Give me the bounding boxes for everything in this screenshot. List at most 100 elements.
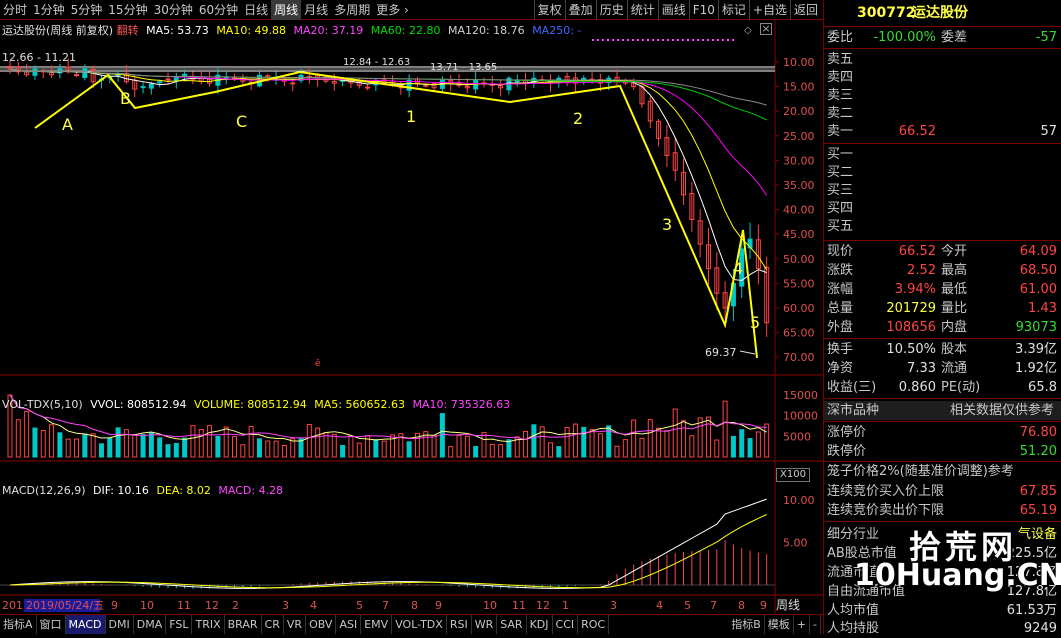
bottom-control-0[interactable]: 指标B <box>728 615 765 634</box>
volume-bar <box>581 426 587 458</box>
toolbar-button-1[interactable]: 叠加 <box>564 0 596 20</box>
chart-area[interactable]: 10.00 15.00 20.00 25.00 30.00 35.00 40.00 45.00… <box>0 20 823 614</box>
volume-bar <box>597 433 603 458</box>
market-label[interactable]: 深市品种 <box>827 401 879 420</box>
chart-canvas[interactable]: 10.0015.0020.0025.0030.0035.0040.0045.00… <box>0 20 823 614</box>
cage-down-label: 连续竞价卖出价下限 <box>827 503 945 518</box>
weicha-label: 委差 <box>941 30 968 45</box>
close-icon[interactable]: × <box>760 23 772 35</box>
stat-label: 换手 <box>827 342 854 357</box>
free-float-row: 自由流通市值 127.8亿 <box>824 582 1061 601</box>
weicha-value: -57 <box>1035 30 1057 45</box>
indicator-tab-19[interactable]: ROC <box>578 615 610 634</box>
limit-down-label: 跌停价 <box>827 444 867 459</box>
period-tab-9[interactable]: 多周期 <box>331 0 373 20</box>
bottom-control-2[interactable]: + <box>794 615 811 634</box>
period-tab-2[interactable]: 5分钟 <box>68 0 106 20</box>
macd-indicator-name[interactable]: MACD(12,26,9) <box>2 484 86 497</box>
toolbar-button-2[interactable]: 历史 <box>595 0 627 20</box>
divider <box>824 421 1061 422</box>
indicator-tabbar: 指标A 窗口 MACD DMI DMA FSL TRIX BRAR CR VR OBV ASI EMV V… <box>0 614 823 634</box>
bottom-control-1[interactable]: 模板 <box>765 615 794 634</box>
diamond-icon[interactable]: ◇ <box>744 25 752 36</box>
indicator-tab-2[interactable]: MACD <box>65 615 106 634</box>
indicator-tab-3[interactable]: DMI <box>106 615 134 634</box>
period-tab-6[interactable]: 日线 <box>241 0 271 20</box>
indicator-tab-1[interactable]: 窗口 <box>37 615 66 634</box>
toolbar-button-5[interactable]: F10 <box>688 0 718 20</box>
price-axis-label: 20.00 <box>783 105 815 118</box>
per-hold-label: 人均持股 <box>827 621 880 636</box>
toolbar-button-4[interactable]: 画线 <box>657 0 689 20</box>
indicator-tab-17[interactable]: KDJ <box>527 615 553 634</box>
volume-axis-label: 10000 <box>783 410 818 423</box>
volume-bar <box>647 419 653 458</box>
candle-body <box>165 78 171 81</box>
price-axis-label: 30.00 <box>783 154 815 167</box>
indicator-tab-8[interactable]: CR <box>262 615 284 634</box>
period-tab-7[interactable]: 周线 <box>271 0 302 20</box>
indicator-tab-10[interactable]: OBV <box>306 615 337 634</box>
volume-bar <box>223 426 229 458</box>
indicator-tab-18[interactable]: CCI <box>553 615 579 634</box>
stat-value: 64.09 <box>1019 244 1057 259</box>
stock-code: 300772 <box>857 5 916 21</box>
per-capita-row: 人均市值 61.53万 <box>824 601 1061 620</box>
indicator-tab-7[interactable]: BRAR <box>225 615 262 634</box>
period-tab-4[interactable]: 30分钟 <box>151 0 196 20</box>
indicator-tab-0[interactable]: 指标A <box>0 615 37 634</box>
volume-bar <box>689 435 695 458</box>
limit-up-label: 涨停价 <box>827 425 867 440</box>
toolbar-button-3[interactable]: 统计 <box>626 0 658 20</box>
indicator-tab-11[interactable]: ASI <box>336 615 362 634</box>
volume-bar <box>747 438 753 458</box>
wave-label: B <box>120 89 131 108</box>
volume-bar <box>215 435 221 458</box>
wave-label: 5 <box>750 313 760 332</box>
toolbar-button-6[interactable]: 标记 <box>717 0 749 20</box>
volume-bar <box>40 430 46 458</box>
indicator-tab-5[interactable]: FSL <box>166 615 193 634</box>
stat-label: 股本 <box>941 342 968 357</box>
indicator-tab-13[interactable]: VOL-TDX <box>392 615 447 634</box>
candle-body <box>82 68 88 78</box>
volume-bar <box>198 429 204 458</box>
volume-indicator-name[interactable]: VOL-TDX(5,10) <box>2 398 83 411</box>
period-tab-8[interactable]: 月线 <box>301 0 331 20</box>
dif-value: DIF: 10.16 <box>93 484 149 497</box>
indicator-tab-12[interactable]: EMV <box>361 615 393 634</box>
period-tab-1[interactable]: 1分钟 <box>30 0 68 20</box>
indicator-tab-15[interactable]: WR <box>472 615 498 634</box>
period-tab-10[interactable]: 更多 › <box>373 0 412 20</box>
indicator-tab-9[interactable]: VR <box>284 615 307 634</box>
toolbar-button-0[interactable]: 复权 <box>533 0 565 20</box>
volume-bar <box>32 427 38 458</box>
buy-level: 买二 <box>824 163 1061 182</box>
sell-level-price: 66.52 <box>898 124 936 139</box>
stat-label: 收益(三) <box>827 380 877 395</box>
bottom-control-3[interactable]: - <box>810 615 821 634</box>
indicator-tab-16[interactable]: SAR <box>497 615 527 634</box>
order-ratio-row: 委比 -100.00% 委差 -57 <box>824 28 1061 47</box>
volume-bar <box>448 446 454 458</box>
volume-bar <box>315 427 321 458</box>
sell-level: 卖二 <box>824 104 1061 123</box>
volume-bar <box>248 425 254 458</box>
macd-axis-label: 5.00 <box>783 537 808 550</box>
sell-level: 卖三 <box>824 86 1061 105</box>
toolbar-button-8[interactable]: 返回 <box>789 0 821 20</box>
volume-bar <box>614 445 620 458</box>
market-row: 深市品种 相关数据仅供参考 <box>824 401 1061 420</box>
candle-body <box>514 80 520 83</box>
toolbar-button-7[interactable]: +自选 <box>748 0 790 20</box>
limit-up-row: 涨停价 76.80 <box>824 423 1061 442</box>
period-tab-5[interactable]: 60分钟 <box>196 0 241 20</box>
indicator-tab-14[interactable]: RSI <box>447 615 472 634</box>
indicator-tab-6[interactable]: TRIX <box>192 615 225 634</box>
flip-indicator[interactable]: 翻转 <box>117 24 139 37</box>
period-tab-0[interactable]: 分时 <box>0 0 30 20</box>
indicator-tab-4[interactable]: DMA <box>134 615 167 634</box>
volume-bar <box>523 430 529 458</box>
volume-bar <box>730 435 736 458</box>
period-tab-3[interactable]: 15分钟 <box>105 0 150 20</box>
